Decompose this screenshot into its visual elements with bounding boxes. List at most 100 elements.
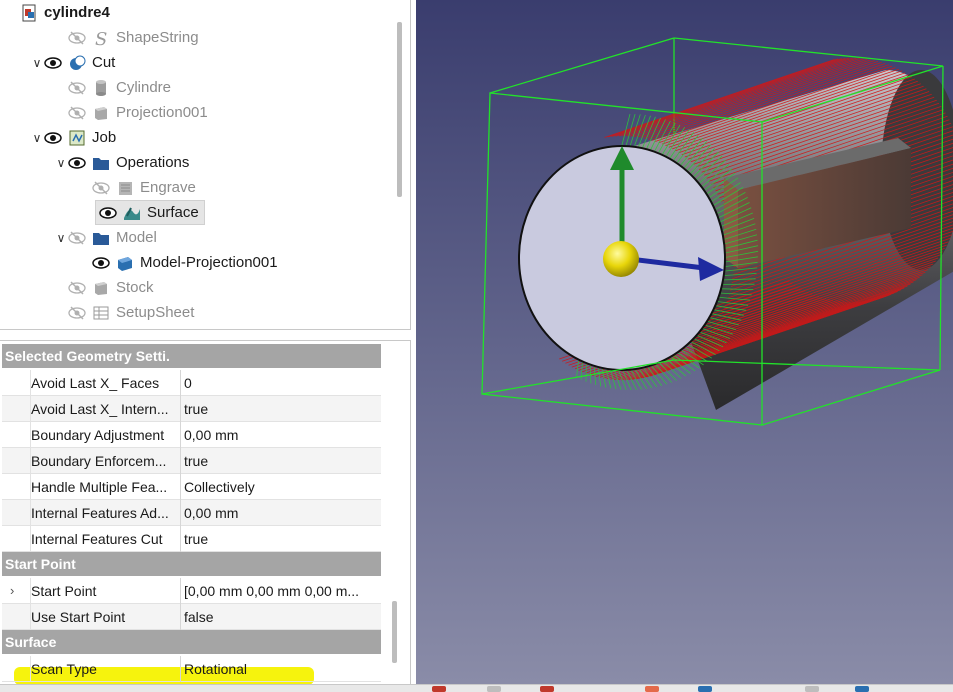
eye-icon[interactable] <box>44 131 62 145</box>
sheet-icon <box>92 304 110 322</box>
cylinder-icon <box>92 79 110 97</box>
chevron-right-icon[interactable]: › <box>10 578 14 604</box>
3d-viewport[interactable] <box>416 0 953 684</box>
property-group-header[interactable]: Start Point <box>2 552 381 576</box>
3d-scene <box>481 37 953 426</box>
surface-icon <box>123 204 141 222</box>
folder-icon <box>92 154 110 172</box>
tree-item-label: Projection001 <box>116 104 208 121</box>
tab-icon[interactable] <box>487 686 501 692</box>
tree-item-label: ShapeString <box>116 29 199 46</box>
property-value[interactable]: 0,00 mm <box>180 422 381 448</box>
property-row[interactable]: Boundary Enforcem... true <box>2 448 381 474</box>
tab-icon[interactable] <box>698 686 712 692</box>
box-icon <box>92 104 110 122</box>
property-value[interactable]: [0,00 mm 0,00 mm 0,00 m... <box>180 578 381 604</box>
tree-item-label: Model <box>116 229 157 246</box>
property-name: Handle Multiple Fea... <box>30 474 180 500</box>
tree-item-label: Operations <box>116 154 190 171</box>
tab-icon[interactable] <box>855 686 869 692</box>
tab-icon[interactable] <box>432 686 446 692</box>
chevron-down-icon[interactable]: ∨ <box>30 56 44 70</box>
origin-sphere <box>603 241 639 277</box>
property-group-header[interactable]: Selected Geometry Setti. <box>2 344 381 368</box>
property-view: Selected Geometry Setti. Avoid Last X_ Fa… <box>0 340 411 692</box>
property-value[interactable]: true <box>180 526 381 552</box>
tree-item-cylindre4[interactable]: cylindre4 <box>6 0 110 25</box>
property-row[interactable]: Handle Multiple Fea... Collectively <box>2 474 381 500</box>
tree-item-label: Cut <box>92 54 116 71</box>
property-value[interactable]: false <box>180 604 381 630</box>
chevron-down-icon[interactable]: ∨ <box>54 231 68 245</box>
property-name: Boundary Adjustment <box>30 422 180 448</box>
model-icon <box>116 254 134 272</box>
tree-item-shapestring[interactable]: S ShapeString <box>54 25 199 50</box>
property-group-header[interactable]: Surface <box>2 630 381 654</box>
eye-icon[interactable] <box>92 256 110 270</box>
svg-text:S: S <box>95 29 107 47</box>
property-row[interactable]: Scan Type Rotational <box>2 656 381 682</box>
eye-hidden-icon[interactable] <box>68 80 86 95</box>
tree-item-cylindre[interactable]: Cylindre <box>54 75 171 100</box>
folder-icon <box>92 229 110 247</box>
tree-item-projection001[interactable]: Projection001 <box>54 100 208 125</box>
box-icon <box>92 279 110 297</box>
property-name: Internal Features Ad... <box>30 500 180 526</box>
property-row[interactable]: Internal Features Cut true <box>2 526 381 552</box>
tree-item-model-projection001[interactable]: Model-Projection001 <box>78 250 278 275</box>
tree-view: cylindre4 S ShapeString ∨ Cut Cylindre Project… <box>0 0 411 330</box>
tab-icon[interactable] <box>805 686 819 692</box>
tree-item-label: Stock <box>116 279 154 296</box>
eye-hidden-icon[interactable] <box>68 30 86 45</box>
toolpath-line <box>576 360 579 378</box>
eye-icon[interactable] <box>99 206 117 220</box>
tree-item-engrave[interactable]: Engrave <box>78 175 196 200</box>
eye-icon[interactable] <box>68 156 86 170</box>
eye-hidden-icon[interactable] <box>68 105 86 120</box>
property-row[interactable]: Boundary Adjustment 0,00 mm <box>2 422 381 448</box>
property-row[interactable]: Avoid Last X_ Intern... true <box>2 396 381 422</box>
eye-hidden-icon[interactable] <box>68 305 86 320</box>
property-value[interactable]: Collectively <box>180 474 381 500</box>
tree-item-setupsheet[interactable]: SetupSheet <box>54 300 194 325</box>
property-row[interactable]: Use Start Point false <box>2 604 381 630</box>
tree-item-stock[interactable]: Stock <box>54 275 154 300</box>
tree-item-job[interactable]: ∨ Job <box>30 125 117 150</box>
eye-hidden-icon[interactable] <box>68 280 86 295</box>
property-name: Avoid Last X_ Intern... <box>30 396 180 422</box>
property-value[interactable]: 0,00 mm <box>180 500 381 526</box>
property-value[interactable]: true <box>180 448 381 474</box>
property-name: Scan Type <box>30 656 180 682</box>
property-name: Start Point <box>30 578 180 604</box>
tree-item-operations[interactable]: ∨ Operations <box>54 150 190 175</box>
tree-item-label: Surface <box>147 204 199 221</box>
property-row[interactable]: › Start Point [0,00 mm 0,00 mm 0,00 m... <box>2 578 381 604</box>
eye-icon[interactable] <box>44 56 62 70</box>
tree-item-surface[interactable]: Surface <box>95 200 205 225</box>
chevron-down-icon[interactable]: ∨ <box>30 131 44 145</box>
property-value[interactable]: 0 <box>180 370 381 396</box>
job-icon <box>68 129 86 147</box>
tab-icon[interactable] <box>540 686 554 692</box>
tree-item-label: cylindre4 <box>44 4 110 21</box>
property-row[interactable]: Internal Features Ad... 0,00 mm <box>2 500 381 526</box>
tree-item-label: Cylindre <box>116 79 172 96</box>
tree-item-model[interactable]: ∨ Model <box>54 225 157 250</box>
property-scrollbar[interactable] <box>392 601 397 663</box>
document-icon <box>20 4 38 22</box>
tree-item-label: Model-Projection001 <box>140 254 278 271</box>
tab-icon[interactable] <box>645 686 659 692</box>
property-value[interactable]: Rotational <box>180 656 381 682</box>
property-name: Use Start Point <box>30 604 180 630</box>
property-row[interactable]: Avoid Last X_ Faces 0 <box>2 370 381 396</box>
tree-item-label: Engrave <box>140 179 196 196</box>
tree-scrollbar[interactable] <box>397 22 402 197</box>
eye-hidden-icon[interactable] <box>68 230 86 245</box>
engrave-icon <box>116 179 134 197</box>
tree-item-label: Job <box>92 129 117 146</box>
property-value[interactable]: true <box>180 396 381 422</box>
property-name: Avoid Last X_ Faces <box>30 370 180 396</box>
eye-hidden-icon[interactable] <box>92 180 110 195</box>
chevron-down-icon[interactable]: ∨ <box>54 156 68 170</box>
tree-item-cut[interactable]: ∨ Cut <box>30 50 116 75</box>
